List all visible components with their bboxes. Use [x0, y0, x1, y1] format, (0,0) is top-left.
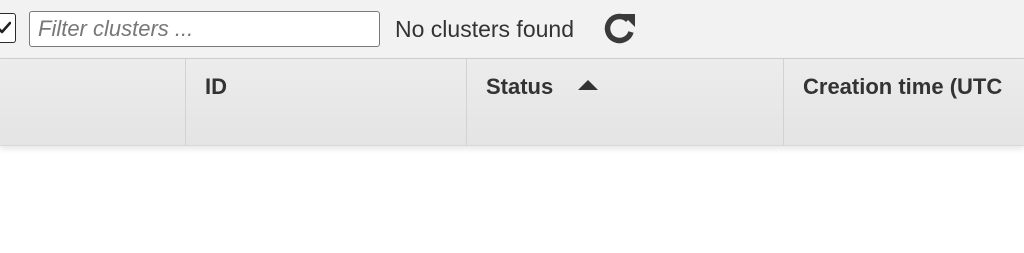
checkmark-icon — [0, 21, 11, 34]
column-label-id: ID — [205, 74, 227, 99]
column-header-id[interactable]: ID — [186, 59, 467, 145]
refresh-icon — [604, 13, 635, 44]
toolbar: No clusters found — [0, 0, 1024, 59]
refresh-button[interactable] — [600, 11, 638, 45]
table-header: ID Status Creation time (UTC — [0, 59, 1024, 146]
sort-ascending-icon — [578, 80, 598, 90]
column-header-creation-time[interactable]: Creation time (UTC — [784, 59, 1024, 145]
clusters-status-text: No clusters found — [395, 16, 574, 42]
select-all-checkbox[interactable] — [0, 13, 16, 43]
column-header-status[interactable]: Status — [467, 59, 784, 145]
column-label-status: Status — [486, 74, 554, 99]
filter-clusters-input[interactable] — [29, 11, 380, 47]
column-label-creation-time: Creation time (UTC — [803, 74, 1003, 99]
column-header-select — [0, 59, 186, 145]
